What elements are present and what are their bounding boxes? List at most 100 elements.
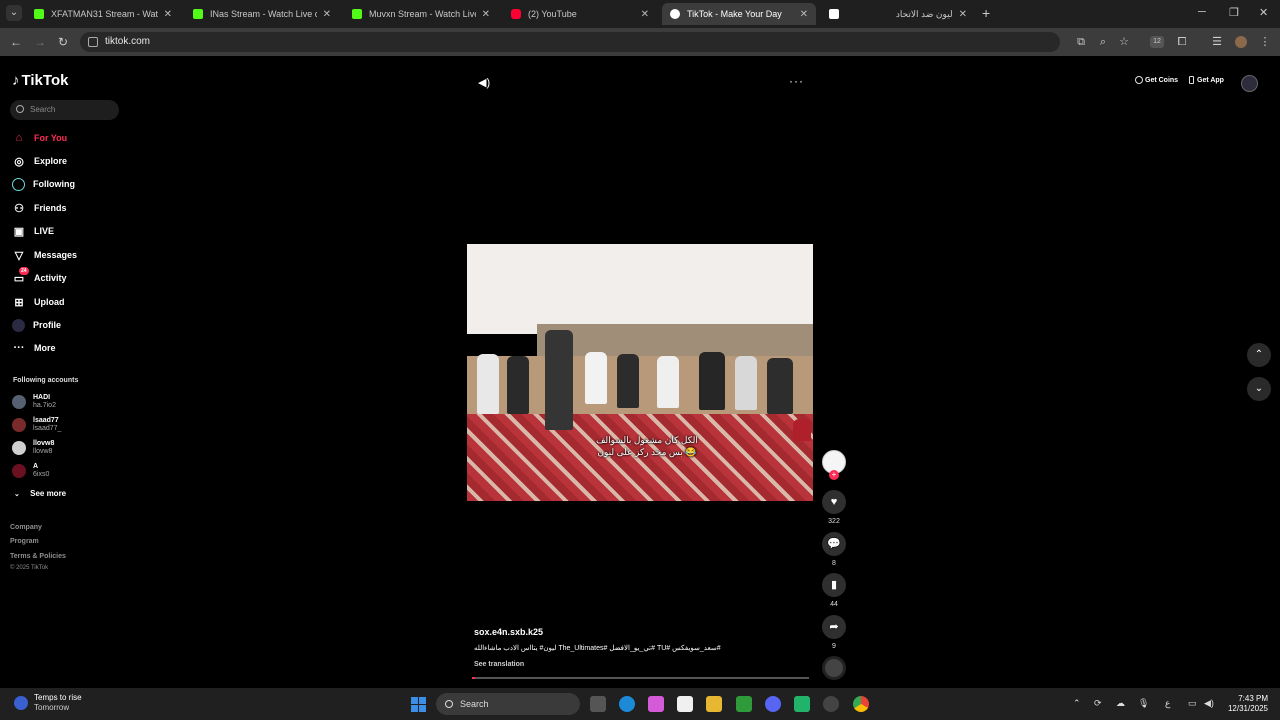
store-icon[interactable] [677,696,693,712]
nav-more[interactable]: ··· More [12,340,56,356]
system-clock[interactable]: 7:43 PM 12/31/2025 [1222,694,1268,714]
comment-icon[interactable]: 💬 [822,532,846,556]
nav-following[interactable]: Following [12,176,75,192]
address-bar[interactable]: tiktok.com [80,32,1060,52]
nav-messages[interactable]: ▽ Messages [12,247,77,263]
nav-activity[interactable]: ▭ 24 Activity [12,267,67,286]
app-icon[interactable] [823,696,839,712]
close-tab-icon[interactable]: ✕ [959,9,967,20]
extension-icon[interactable]: 12 [1150,36,1164,48]
browser-tab-3[interactable]: Muvxn Stream - Watch Live on ✕ [344,3,498,25]
cloud-icon[interactable]: ☁ [1116,698,1125,709]
close-tab-icon[interactable]: ✕ [800,9,808,20]
tab-search-menu-icon[interactable]: ⌄ [6,5,22,21]
bookmark-star-icon[interactable]: ☆ [1118,36,1130,48]
volume-icon[interactable]: ◀) [478,76,490,89]
nav-live[interactable]: ▣ LIVE [12,223,54,239]
chrome-icon[interactable] [853,696,869,712]
back-icon[interactable]: ← [10,35,22,49]
footer-terms-link[interactable]: Terms & Policies [10,553,66,560]
browser-tab-4[interactable]: (2) YouTube ✕ [503,3,657,25]
windows-taskbar: Temps to rise Tomorrow Search ⌃ ⟳ ☁ 🎙 ع … [0,688,1280,720]
video-progress-bar[interactable] [472,677,809,679]
zoom-icon[interactable]: ⌕ [1097,36,1109,48]
next-video-button[interactable]: ⌄ [1247,377,1271,401]
profile-avatar[interactable] [1235,36,1247,48]
get-app-button[interactable]: Get App [1189,76,1224,84]
site-info-icon[interactable] [88,37,98,47]
see-more-button[interactable]: ⌄ See more [14,489,66,498]
install-app-icon[interactable]: ⧉ [1075,36,1087,48]
reload-icon[interactable]: ↻ [58,35,68,49]
music-disc-icon[interactable] [822,656,846,680]
microphone-icon[interactable]: 🎙 [1138,698,1149,709]
user-avatar[interactable] [1241,75,1258,92]
new-tab-icon[interactable]: + [982,5,990,21]
browser-tab-2[interactable]: INas Stream - Watch Live on Ki ✕ [185,3,339,25]
language-indicator[interactable]: ع [1165,698,1170,709]
task-view-icon[interactable] [590,696,606,712]
discord-icon[interactable] [765,696,781,712]
nav-explore[interactable]: ◎ Explore [12,153,67,169]
following-account-item[interactable]: A 6ixs0 [12,461,49,481]
bookmark-icon[interactable]: ▮ [822,573,846,597]
following-icon [12,177,25,191]
browser-tab-1[interactable]: XFATMAN31 Stream - Watch Li ✕ [26,3,180,25]
browser-tab-bar: ⌄ XFATMAN31 Stream - Watch Li ✕ INas Str… [0,0,1280,28]
get-coins-button[interactable]: Get Coins [1135,76,1178,84]
start-windows-icon[interactable] [411,697,426,712]
kick-favicon-icon [34,9,44,19]
file-explorer-icon[interactable] [706,696,722,712]
video-author[interactable]: sox.e4n.sxb.k25 [474,627,543,637]
activity-icon: ▭ 24 [13,267,29,285]
search-input[interactable]: Search [10,100,119,120]
nav-profile[interactable]: Profile [12,317,61,333]
close-window-icon[interactable]: ✕ [1259,6,1268,19]
following-account-item[interactable]: lsaad77 lsaad77_ [12,415,61,435]
search-icon [16,105,24,113]
close-tab-icon[interactable]: ✕ [323,9,331,20]
following-account-item[interactable]: llovw8 llovw8 [12,438,54,458]
nav-for-you[interactable]: ⌂ For You [12,130,68,146]
browser-tab-6[interactable]: ليون ضد الاتحاد ✕ [821,3,975,25]
speaker-icon[interactable]: ◀) [1204,698,1214,709]
share-icon[interactable]: ➦ [822,615,846,639]
follow-plus-icon[interactable]: + [829,470,839,480]
nav-upload[interactable]: ⊞ Upload [12,294,64,310]
compass-icon: ◎ [14,155,24,168]
avatar [12,441,26,455]
xbox-icon[interactable] [736,696,752,712]
following-accounts-title: Following accounts [13,377,79,384]
taskbar-search[interactable]: Search [436,693,580,715]
network-icon[interactable]: ▭ [1188,698,1197,709]
app-icon[interactable] [794,696,810,712]
footer-program-link[interactable]: Program [10,538,39,545]
close-tab-icon[interactable]: ✕ [482,9,490,20]
weather-widget[interactable]: Temps to rise Tomorrow [14,693,82,713]
reading-list-icon[interactable]: ☰ [1211,36,1223,48]
see-translation-link[interactable]: See translation [474,661,524,668]
tiktok-logo[interactable]: ♪ TikTok [12,72,68,89]
edge-icon[interactable] [619,696,635,712]
more-options-icon[interactable]: ··· [789,74,804,88]
weather-icon [14,696,28,710]
footer-company-link[interactable]: Company [10,524,42,531]
close-tab-icon[interactable]: ✕ [641,9,649,20]
forward-icon[interactable]: → [34,35,46,49]
following-account-item[interactable]: HADI ha.7io2 [12,392,56,412]
browser-tab-5[interactable]: TikTok - Make Your Day ✕ [662,3,816,25]
browser-menu-icon[interactable]: ⋮ [1259,36,1271,48]
previous-video-button[interactable]: ⌃ [1247,343,1271,367]
like-heart-icon[interactable]: ♥ [822,490,846,514]
copilot-icon[interactable] [648,696,664,712]
minimize-icon[interactable]: ─ [1198,6,1206,18]
sync-icon[interactable]: ⟳ [1094,698,1102,709]
close-tab-icon[interactable]: ✕ [164,9,172,20]
video-player[interactable]: الكل كان مشغول بالسوالف بس محد ركز على ل… [467,244,813,501]
extensions-puzzle-icon[interactable]: ⧠ [1176,36,1188,48]
activity-badge: 24 [19,267,29,275]
chevron-up-icon[interactable]: ⌃ [1073,698,1081,709]
nav-friends[interactable]: ⚇ Friends [12,200,66,216]
coin-icon [1135,76,1143,84]
restore-icon[interactable]: ❐ [1229,6,1239,19]
